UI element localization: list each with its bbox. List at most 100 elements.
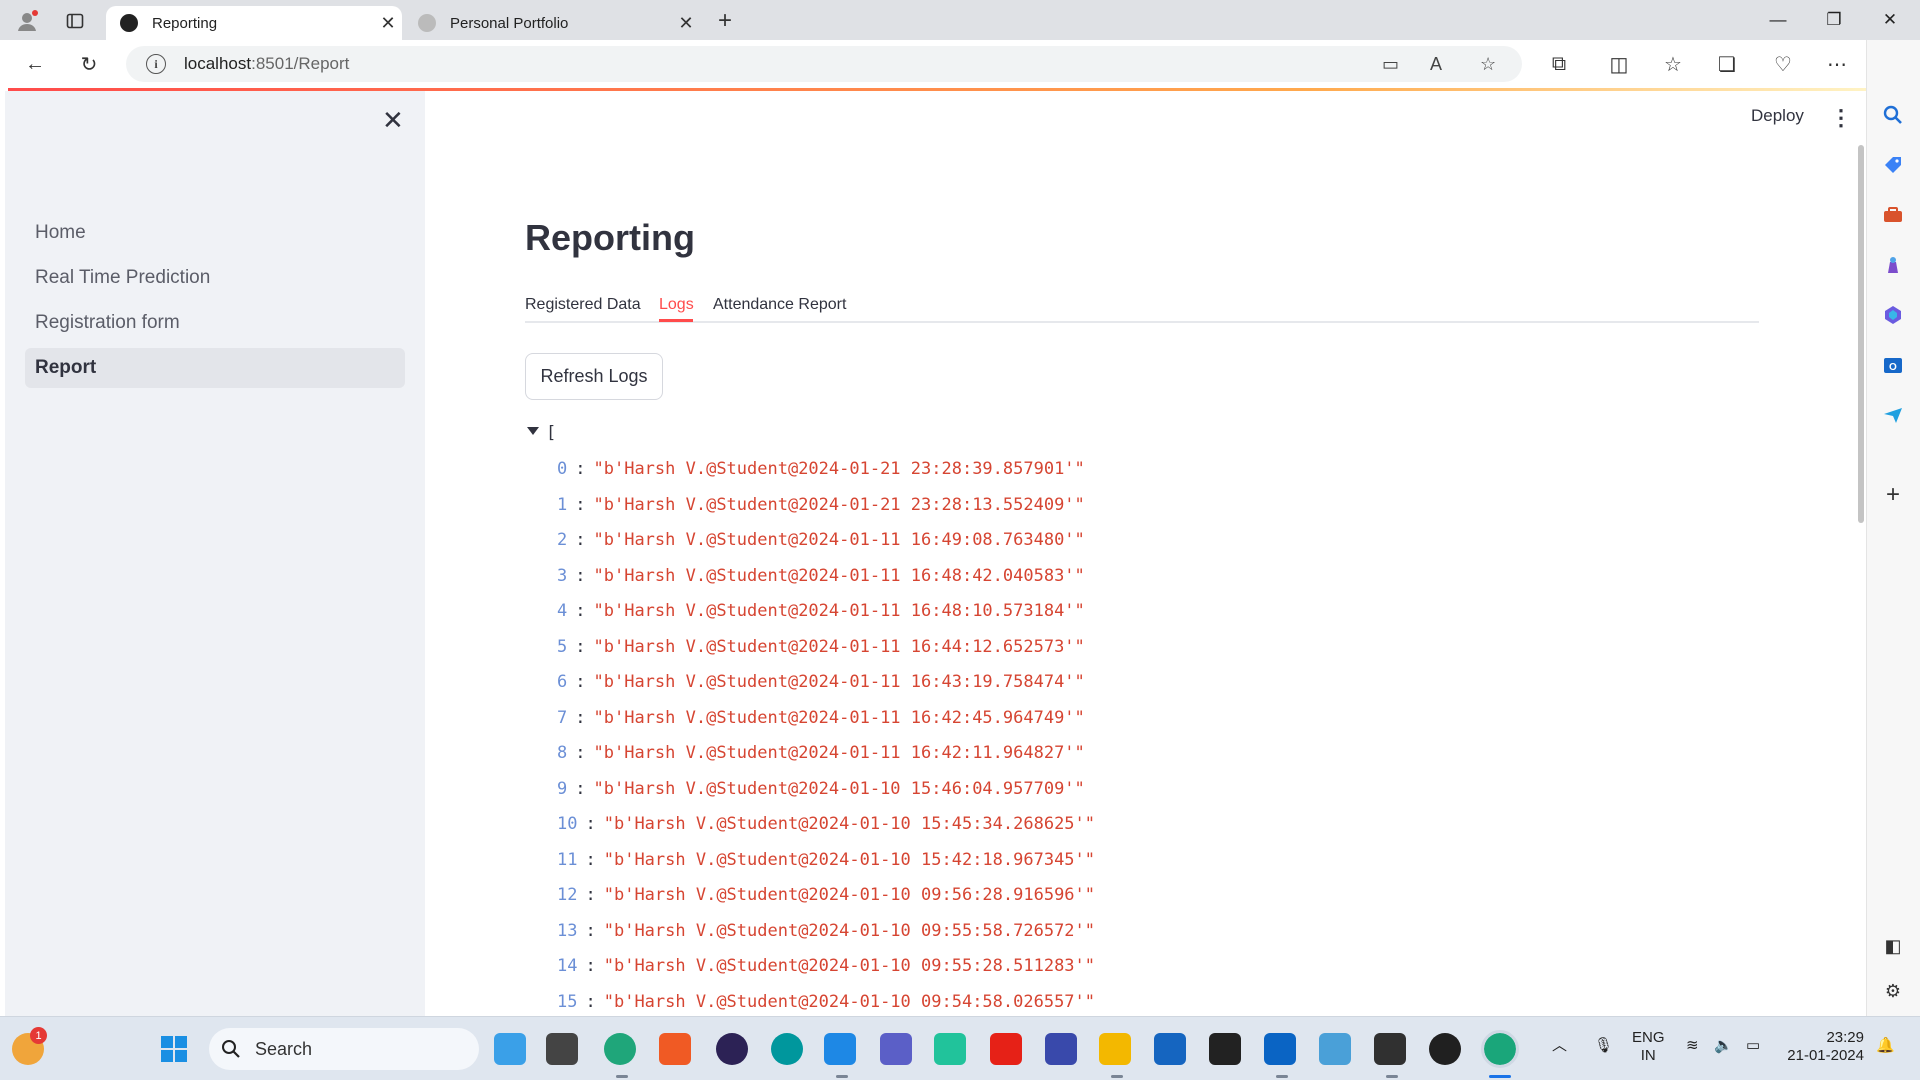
clock[interactable]: 23:29 21-01-2024 bbox=[1784, 1029, 1864, 1065]
log-row: 3: "b'Harsh V.@Student@2024-01-11 16:48:4… bbox=[557, 564, 1085, 588]
taskbar-search[interactable]: Search bbox=[209, 1028, 479, 1070]
mathpix-icon[interactable] bbox=[1045, 1033, 1077, 1065]
log-row: 1: "b'Harsh V.@Student@2024-01-21 23:28:1… bbox=[557, 493, 1085, 517]
close-tab-icon[interactable]: ✕ bbox=[672, 13, 700, 34]
extensions-icon[interactable]: ⧉ bbox=[1542, 49, 1576, 79]
read-aloud-icon[interactable]: A bbox=[1430, 54, 1442, 75]
outlook-icon[interactable]: O bbox=[1880, 352, 1906, 378]
collections-icon[interactable]: ❏ bbox=[1710, 49, 1744, 79]
show-hidden-icons-icon[interactable]: ︿ bbox=[1552, 1037, 1567, 1055]
settings-gear-icon[interactable]: ⚙ bbox=[1880, 978, 1906, 1004]
shopping-tag-icon[interactable] bbox=[1880, 152, 1906, 178]
games-icon[interactable] bbox=[1880, 252, 1906, 278]
tab-title: Personal Portfolio bbox=[450, 14, 569, 32]
notifications-bell-icon[interactable]: 🔔 bbox=[1876, 1037, 1895, 1055]
address-bar[interactable]: i localhost:8501/Report ▭ A ☆ bbox=[126, 46, 1522, 82]
vscode-icon[interactable] bbox=[824, 1033, 856, 1065]
tab-reporting[interactable]: Reporting ✕ bbox=[106, 6, 402, 40]
deploy-button[interactable]: Deploy bbox=[1751, 106, 1804, 126]
log-separator: : bbox=[575, 778, 586, 799]
profile-icon[interactable] bbox=[12, 6, 42, 36]
sidebar-item-real-time-prediction[interactable]: Real Time Prediction bbox=[25, 258, 405, 298]
microphone-icon[interactable]: 🎙 bbox=[1594, 1037, 1613, 1055]
sidebar-item-registration-form[interactable]: Registration form bbox=[25, 303, 405, 343]
active-tab-indicator bbox=[659, 319, 693, 322]
running-indicator bbox=[1386, 1075, 1398, 1078]
site-info-icon[interactable]: i bbox=[146, 54, 166, 74]
collapse-caret-icon[interactable] bbox=[527, 427, 539, 435]
edge-sidebar: O + ◧ ⚙ bbox=[1866, 40, 1920, 1016]
search-icon[interactable] bbox=[1880, 102, 1906, 128]
edge-browser-icon[interactable] bbox=[1481, 1030, 1519, 1068]
close-tab-icon[interactable]: ✕ bbox=[374, 13, 402, 34]
teams-icon[interactable] bbox=[880, 1033, 912, 1065]
copilot-pre-icon[interactable] bbox=[494, 1033, 526, 1065]
sidebar-item-home[interactable]: Home bbox=[25, 213, 405, 253]
log-index: 2 bbox=[557, 530, 568, 550]
obs-icon[interactable] bbox=[1429, 1033, 1461, 1065]
add-sidebar-app-icon[interactable]: + bbox=[1880, 481, 1906, 508]
browser-essentials-icon[interactable]: ♡ bbox=[1766, 49, 1800, 79]
arduino-icon[interactable] bbox=[771, 1033, 803, 1065]
close-sidebar-icon[interactable]: ✕ bbox=[382, 105, 404, 136]
app-sidebar: ✕ Home Real Time Prediction Registration… bbox=[5, 91, 425, 1016]
edge-dev-icon[interactable] bbox=[604, 1033, 636, 1065]
favorites-icon[interactable]: ☆ bbox=[1656, 49, 1690, 79]
log-row: 2: "b'Harsh V.@Student@2024-01-11 16:49:0… bbox=[557, 528, 1085, 552]
close-window-icon[interactable]: ✕ bbox=[1862, 0, 1918, 40]
new-tab-icon[interactable]: + bbox=[710, 6, 740, 36]
log-index: 6 bbox=[557, 672, 568, 692]
tools-icon[interactable] bbox=[1880, 202, 1906, 228]
log-row: 10: "b'Harsh V.@Student@2024-01-10 15:45:… bbox=[557, 812, 1095, 836]
tab-logs[interactable]: Logs bbox=[659, 296, 694, 314]
battery-icon[interactable]: ▭ bbox=[1746, 1037, 1760, 1055]
split-screen-icon[interactable]: ◫ bbox=[1602, 49, 1636, 79]
terminal-icon[interactable] bbox=[1374, 1033, 1406, 1065]
page-scrollbar[interactable] bbox=[1858, 145, 1864, 523]
hide-sidebar-icon[interactable]: ◧ bbox=[1880, 933, 1906, 959]
refresh-icon[interactable]: ↻ bbox=[72, 49, 106, 79]
log-index: 1 bbox=[557, 494, 568, 515]
log-separator: : bbox=[575, 672, 586, 692]
volume-icon[interactable]: 🔈 bbox=[1714, 1037, 1733, 1055]
report-tabs: Registered Data Logs Attendance Report bbox=[525, 291, 1759, 323]
file-manager-icon[interactable] bbox=[546, 1033, 578, 1065]
microsoft-store-icon[interactable] bbox=[1154, 1033, 1186, 1065]
tab-personal-portfolio[interactable]: Personal Portfolio ✕ bbox=[404, 6, 700, 40]
log-value: "b'Harsh V.@Student@2024-01-21 23:28:13.… bbox=[593, 494, 1085, 515]
file-explorer-icon[interactable] bbox=[1099, 1033, 1131, 1065]
running-indicator bbox=[836, 1075, 848, 1078]
wifi-icon[interactable]: ≋ bbox=[1686, 1037, 1699, 1055]
send-icon[interactable] bbox=[1880, 402, 1906, 428]
git-kraken-icon[interactable] bbox=[934, 1033, 966, 1065]
more-options-icon[interactable]: ⋯ bbox=[1820, 49, 1854, 79]
log-row: 4: "b'Harsh V.@Student@2024-01-11 16:48:1… bbox=[557, 599, 1085, 623]
refresh-logs-button[interactable]: Refresh Logs bbox=[525, 353, 663, 400]
brave-icon[interactable] bbox=[659, 1033, 691, 1065]
microsoft-365-icon[interactable] bbox=[1880, 302, 1906, 328]
sidebar-item-report[interactable]: Report bbox=[25, 348, 405, 388]
favorite-star-icon[interactable]: ☆ bbox=[1480, 54, 1496, 75]
windows-start-icon[interactable] bbox=[158, 1033, 190, 1065]
camera-icon[interactable]: ▭ bbox=[1382, 54, 1399, 75]
tab-actions-icon[interactable] bbox=[60, 6, 90, 36]
log-separator: : bbox=[575, 636, 586, 657]
command-prompt-icon[interactable] bbox=[1209, 1033, 1241, 1065]
tab-registered-data[interactable]: Registered Data bbox=[525, 296, 641, 314]
eclipse-icon[interactable] bbox=[716, 1033, 748, 1065]
minimize-icon[interactable]: — bbox=[1750, 0, 1806, 40]
restore-icon[interactable]: ❐ bbox=[1806, 0, 1862, 40]
tab-attendance-report[interactable]: Attendance Report bbox=[713, 296, 846, 314]
snipping-tool-icon[interactable] bbox=[1319, 1033, 1351, 1065]
outlook-new-icon[interactable] bbox=[1264, 1033, 1296, 1065]
log-row: 12: "b'Harsh V.@Student@2024-01-10 09:56:… bbox=[557, 883, 1095, 907]
log-index: 0 bbox=[557, 459, 568, 479]
log-index: 3 bbox=[557, 565, 568, 586]
log-separator: : bbox=[575, 743, 586, 763]
log-value: "b'Harsh V.@Student@2024-01-10 09:56:28.… bbox=[603, 885, 1096, 905]
log-value: "b'Harsh V.@Student@2024-01-10 15:46:04.… bbox=[593, 778, 1085, 799]
language-indicator[interactable]: ENG IN bbox=[1632, 1029, 1665, 1065]
back-icon[interactable]: ← bbox=[18, 49, 52, 79]
youtube-icon[interactable] bbox=[990, 1033, 1022, 1065]
main-menu-icon[interactable]: ⋮ bbox=[1830, 105, 1852, 131]
